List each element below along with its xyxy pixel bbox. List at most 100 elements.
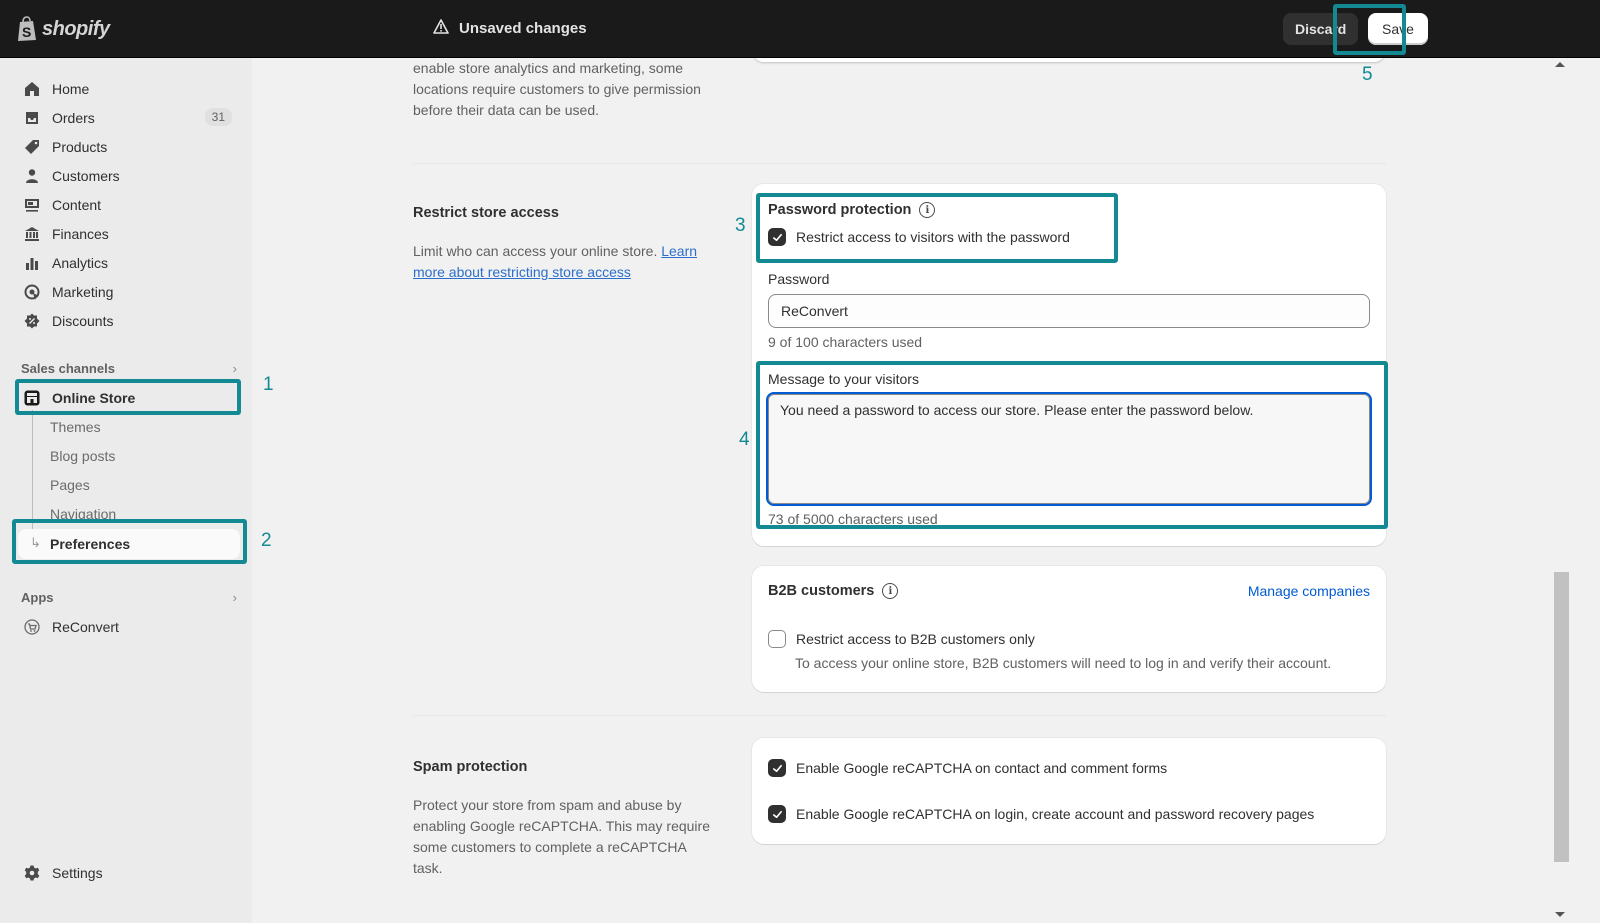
bar-chart-icon bbox=[24, 255, 40, 271]
chevron-right-icon: › bbox=[232, 361, 237, 376]
recaptcha-contact-row[interactable]: Enable Google reCAPTCHA on contact and c… bbox=[768, 759, 1167, 777]
sidebar: Home Orders 31 Products Customers Conten… bbox=[0, 58, 252, 923]
apps-label: Apps bbox=[21, 590, 54, 605]
recaptcha-contact-checkbox[interactable] bbox=[768, 759, 786, 777]
sidebar-item-online-store[interactable]: Online Store bbox=[14, 384, 240, 412]
svg-text:S: S bbox=[22, 24, 31, 40]
gear-icon bbox=[24, 865, 40, 881]
sidebar-item-products[interactable]: Products bbox=[14, 133, 240, 161]
shopify-logo[interactable]: S shopify bbox=[16, 16, 110, 42]
bank-icon bbox=[24, 226, 40, 242]
scroll-down-arrow-icon[interactable] bbox=[1555, 912, 1565, 917]
sidebar-item-reconvert[interactable]: ReConvert bbox=[14, 613, 240, 641]
b2b-customers-title: B2B customers bbox=[768, 583, 875, 599]
store-icon bbox=[24, 390, 40, 406]
sales-channels-heading[interactable]: Sales channels › bbox=[21, 361, 237, 376]
main-content: enable store analytics and marketing, so… bbox=[252, 58, 1550, 923]
sidebar-item-label: ReConvert bbox=[52, 619, 119, 635]
restrict-password-checkbox-row[interactable]: Restrict access to visitors with the pas… bbox=[768, 228, 1070, 246]
tag-icon bbox=[24, 139, 40, 155]
previous-section-description: enable store analytics and marketing, so… bbox=[413, 60, 701, 118]
sidebar-item-label: Customers bbox=[52, 168, 120, 184]
spam-protection-title: Spam protection bbox=[413, 759, 528, 775]
restrict-b2b-checkbox-label: Restrict access to B2B customers only bbox=[796, 631, 1035, 647]
sidebar-item-discounts[interactable]: Discounts bbox=[14, 307, 240, 335]
sidebar-item-analytics[interactable]: Analytics bbox=[14, 249, 240, 277]
message-label: Message to your visitors bbox=[768, 371, 919, 387]
top-bar: S shopify Unsaved changes Discard Save bbox=[0, 0, 1600, 58]
content-icon bbox=[24, 197, 40, 213]
password-protection-title: Password protection bbox=[768, 202, 912, 218]
orders-count-badge: 31 bbox=[204, 108, 232, 126]
scrollbar-thumb[interactable] bbox=[1554, 572, 1569, 862]
sidebar-item-label: Online Store bbox=[52, 390, 136, 406]
restrict-password-checkbox-label: Restrict access to visitors with the pas… bbox=[796, 229, 1070, 245]
save-button[interactable]: Save bbox=[1368, 13, 1428, 45]
sidebar-item-label: Home bbox=[52, 81, 90, 97]
info-icon[interactable]: i bbox=[882, 583, 899, 599]
apps-heading[interactable]: Apps › bbox=[21, 590, 237, 605]
recaptcha-contact-label: Enable Google reCAPTCHA on contact and c… bbox=[796, 760, 1168, 776]
tree-arrow-icon: ↳ bbox=[30, 535, 41, 550]
message-char-count: 73 of 5000 characters used bbox=[768, 511, 938, 527]
password-protection-card: Password protection i Restrict access to… bbox=[752, 184, 1386, 546]
restrict-store-access-description: Limit who can access your online store. … bbox=[413, 241, 723, 283]
home-icon bbox=[24, 81, 40, 97]
target-icon bbox=[24, 284, 40, 300]
manage-companies-link[interactable]: Manage companies bbox=[1248, 583, 1370, 599]
restrict-desc-text: Limit who can access your online store. bbox=[413, 243, 658, 259]
message-textarea[interactable]: You need a password to access our store.… bbox=[766, 392, 1372, 506]
annotation-number-4: 4 bbox=[739, 429, 750, 450]
sidebar-subitem-blog-posts[interactable]: Blog posts bbox=[50, 448, 115, 464]
sales-channels-label: Sales channels bbox=[21, 361, 115, 376]
restrict-b2b-checkbox-row[interactable]: Restrict access to B2B customers only bbox=[768, 630, 1035, 648]
password-char-count: 9 of 100 characters used bbox=[768, 334, 923, 350]
scroll-up-arrow-icon[interactable] bbox=[1555, 62, 1565, 67]
annotation-number-5: 5 bbox=[1362, 64, 1373, 85]
spam-protection-description: Protect your store from spam and abuse b… bbox=[413, 797, 710, 876]
sidebar-item-label: Finances bbox=[52, 226, 109, 242]
annotation-number-1: 1 bbox=[263, 374, 274, 395]
sidebar-subitem-pages[interactable]: Pages bbox=[50, 477, 90, 493]
recaptcha-login-label: Enable Google reCAPTCHA on login, create… bbox=[796, 806, 1315, 822]
sidebar-item-settings[interactable]: Settings bbox=[14, 859, 240, 887]
sidebar-item-label: Products bbox=[52, 139, 108, 155]
brand-name: shopify bbox=[42, 17, 110, 40]
sidebar-item-marketing[interactable]: Marketing bbox=[14, 278, 240, 306]
sidebar-item-content[interactable]: Content bbox=[14, 191, 240, 219]
section-divider bbox=[413, 715, 1386, 716]
discount-icon bbox=[24, 313, 40, 329]
spam-protection-card: Enable Google reCAPTCHA on contact and c… bbox=[752, 738, 1386, 844]
sidebar-item-home[interactable]: Home bbox=[14, 75, 240, 103]
sidebar-item-label: Marketing bbox=[52, 284, 114, 300]
sidebar-item-label: Content bbox=[52, 197, 102, 213]
sidebar-subitem-themes[interactable]: Themes bbox=[50, 419, 101, 435]
sidebar-item-orders[interactable]: Orders 31 bbox=[14, 104, 240, 132]
person-icon bbox=[24, 168, 40, 184]
recaptcha-login-row[interactable]: Enable Google reCAPTCHA on login, create… bbox=[768, 805, 1314, 823]
sidebar-item-label: Settings bbox=[52, 865, 103, 881]
restrict-password-checkbox[interactable] bbox=[768, 228, 786, 246]
recaptcha-login-checkbox[interactable] bbox=[768, 805, 786, 823]
reconvert-app-icon bbox=[24, 619, 40, 635]
restrict-b2b-checkbox[interactable] bbox=[768, 630, 786, 648]
sidebar-item-finances[interactable]: Finances bbox=[14, 220, 240, 248]
password-label: Password bbox=[768, 271, 830, 287]
sidebar-subitem-navigation[interactable]: Navigation bbox=[50, 506, 116, 522]
unsaved-changes-status: Unsaved changes bbox=[433, 19, 587, 38]
warning-icon bbox=[433, 19, 449, 38]
sidebar-item-customers[interactable]: Customers bbox=[14, 162, 240, 190]
tree-line bbox=[32, 410, 33, 544]
b2b-description: To access your online store, B2B custome… bbox=[795, 655, 1332, 671]
discard-button[interactable]: Discard bbox=[1283, 13, 1359, 45]
info-icon[interactable]: i bbox=[919, 202, 936, 218]
unsaved-changes-text: Unsaved changes bbox=[459, 20, 587, 37]
b2b-customers-heading: B2B customers i bbox=[768, 583, 899, 599]
chevron-right-icon: › bbox=[232, 590, 237, 605]
previous-section-card bbox=[752, 58, 1386, 62]
sidebar-item-label: Analytics bbox=[52, 255, 109, 271]
password-input[interactable] bbox=[768, 294, 1370, 328]
orders-icon bbox=[24, 110, 40, 126]
sidebar-item-label: Discounts bbox=[52, 313, 114, 329]
annotation-number-2: 2 bbox=[261, 530, 272, 551]
